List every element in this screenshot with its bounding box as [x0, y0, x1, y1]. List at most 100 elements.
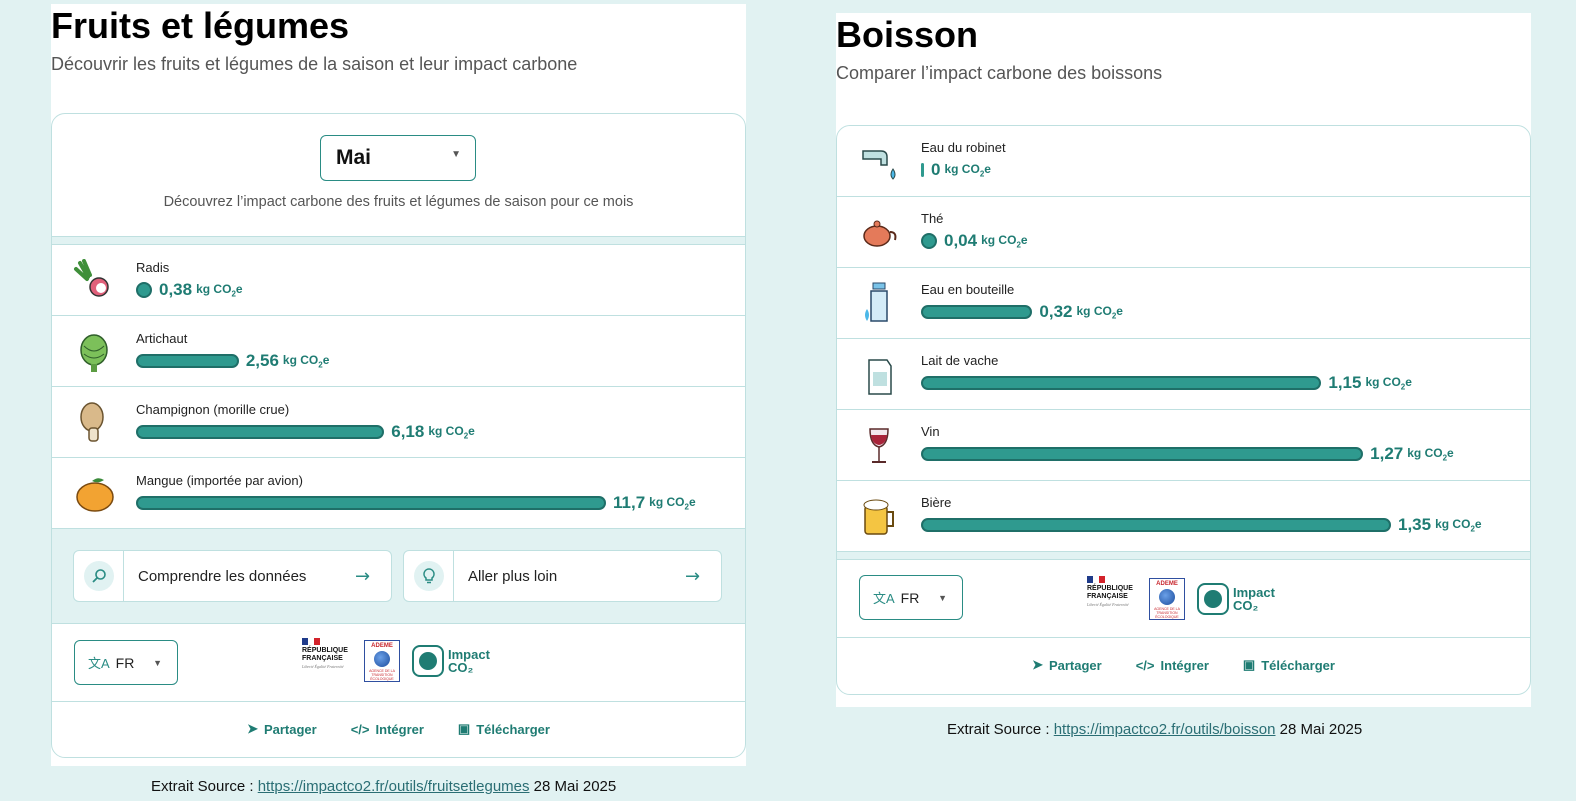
footer-logos: 文A FR ▼ RÉPUBLIQUE FRANÇAISE Liberté Égal…: [52, 624, 745, 702]
month-description: Découvrez l’impact carbone des fruits et…: [163, 194, 634, 210]
left-source-caption: Extrait Source : https://impactco2.fr/ou…: [151, 778, 617, 795]
caret-down-icon: ▼: [451, 149, 461, 160]
link-label: Aller plus loin: [468, 567, 558, 585]
value-bar: [136, 282, 152, 298]
unit-label: kg CO2e: [1407, 445, 1454, 463]
value-label: 0: [931, 160, 941, 179]
value-bar: [921, 447, 1364, 461]
list-item: Thé 0,04 kg CO2e: [837, 197, 1530, 268]
morel-mushroom-icon: [72, 401, 116, 445]
source-link[interactable]: https://impactco2.fr/outils/fruitsetlegu…: [258, 778, 530, 795]
unit-label: kg CO2e: [649, 494, 696, 512]
arrow-right-icon: →: [685, 565, 701, 587]
image-icon: ▣: [1242, 657, 1256, 672]
value-bar: [921, 163, 924, 177]
embed-button[interactable]: </> Intégrer: [351, 722, 424, 737]
artichoke-icon: [72, 330, 116, 374]
list-item: Vin 1,27 kg CO2e: [837, 410, 1530, 481]
language-value: FR: [115, 654, 135, 671]
tap-water-icon: [857, 139, 901, 183]
value-label: 1,35: [1398, 515, 1432, 534]
unit-label: kg CO2e: [944, 161, 991, 179]
month-zone: Mai ▼ Découvrez l’impact carbone des fru…: [52, 114, 745, 237]
unit-label: kg CO2e: [282, 352, 330, 370]
embed-button[interactable]: </> Intégrer: [1136, 658, 1209, 673]
links-zone: Comprendre les données → Aller plus loin…: [52, 529, 745, 624]
source-link[interactable]: https://impactco2.fr/outils/boisson: [1054, 721, 1276, 738]
republique-francaise-logo: RÉPUBLIQUE FRANÇAISE Liberté Égalité Frat…: [1087, 576, 1137, 622]
value-bar: [136, 425, 385, 439]
impact-co2-logo: Impact CO₂: [1197, 583, 1275, 615]
divider-strip: [837, 552, 1530, 560]
list-item: Mangue (importée par avion) 11,7 kg CO2e: [52, 458, 745, 529]
ademe-logo: ADEME AGENCE DE LA TRANSITION ÉCOLOGIQUE: [364, 640, 400, 682]
item-label: Eau du robinet: [921, 140, 1006, 155]
unit-label: kg CO2e: [1435, 516, 1482, 534]
translate-icon: 文A: [873, 591, 895, 606]
value-label: 0,38: [159, 280, 193, 299]
link-label: Comprendre les données: [138, 567, 307, 585]
send-icon: ➤: [1032, 657, 1043, 672]
water-bottle-icon: [857, 281, 901, 325]
mango-icon: [72, 472, 116, 516]
value-label: 0,04: [944, 231, 978, 250]
value-label: 1,15: [1328, 373, 1362, 392]
value-label: 2,56: [245, 351, 279, 370]
actions-bar: ➤ Partager </> Intégrer ▣ Télécharger: [837, 638, 1530, 692]
list-item: Bière 1,35 kg CO2e: [837, 481, 1530, 552]
item-label: Vin: [921, 424, 940, 439]
share-button[interactable]: ➤ Partager: [1032, 657, 1102, 673]
value-label: 11,7: [613, 493, 646, 512]
download-button[interactable]: ▣ Télécharger: [1243, 657, 1335, 673]
code-icon: </>: [1135, 657, 1155, 673]
page-subtitle: Découvrir les fruits et légumes de la sa…: [51, 54, 578, 74]
unit-label: kg CO2e: [196, 281, 243, 299]
month-select[interactable]: Mai ▼: [320, 135, 476, 181]
item-label: Thé: [921, 211, 944, 226]
understand-data-link[interactable]: Comprendre les données →: [73, 550, 392, 602]
partner-logos: RÉPUBLIQUE FRANÇAISE Liberté Égalité Frat…: [302, 638, 490, 684]
value-bar: [921, 376, 1322, 390]
fruits-legumes-card: Mai ▼ Découvrez l’impact carbone des fru…: [51, 113, 746, 758]
radish-icon: [72, 259, 116, 303]
beer-mug-icon: [857, 494, 901, 538]
value-bar: [921, 518, 1391, 532]
value-bar: [921, 305, 1033, 319]
item-label: Bière: [921, 495, 952, 510]
fruits-legumes-panel: Fruits et légumes Découvrir les fruits e…: [51, 4, 746, 766]
lightbulb-icon: [413, 561, 444, 591]
value-label: 1,27: [1370, 444, 1404, 463]
wine-glass-icon: [857, 423, 901, 467]
unit-label: kg CO2e: [1076, 303, 1123, 321]
item-label: Artichaut: [136, 331, 188, 346]
list-item: Champignon (morille crue) 6,18 kg CO2e: [52, 387, 745, 458]
go-further-link[interactable]: Aller plus loin →: [403, 550, 722, 602]
item-label: Champignon (morille crue): [136, 402, 290, 417]
language-value: FR: [900, 589, 920, 606]
language-select[interactable]: 文A FR ▼: [859, 575, 963, 620]
image-icon: ▣: [457, 721, 471, 736]
list-item: Eau en bouteille 0,32 kg CO2e: [837, 268, 1530, 339]
value-bar: [136, 496, 606, 510]
divider-strip: [52, 237, 745, 245]
teapot-icon: [857, 210, 901, 254]
language-select[interactable]: 文A FR ▼: [74, 640, 178, 685]
milk-carton-icon: [857, 352, 901, 396]
list-item: Lait de vache 1,15 kg CO2e: [837, 339, 1530, 410]
send-icon: ➤: [247, 721, 258, 736]
boisson-card: Eau du robinet 0 kg CO2e Thé 0,04 kg CO2e Eau …: [836, 125, 1531, 695]
page-title: Boisson: [836, 14, 979, 55]
value-label: 6,18: [391, 422, 425, 441]
month-select-value: Mai: [336, 146, 372, 169]
item-label: Radis: [136, 260, 170, 275]
download-button[interactable]: ▣ Télécharger: [458, 721, 550, 737]
list-item: Artichaut 2,56 kg CO2e: [52, 316, 745, 387]
list-item: Eau du robinet 0 kg CO2e: [837, 126, 1530, 197]
share-button[interactable]: ➤ Partager: [247, 721, 317, 737]
unit-label: kg CO2e: [981, 232, 1028, 250]
actions-bar: ➤ Partager </> Intégrer ▣ Télécharger: [52, 702, 745, 756]
boisson-panel: Boisson Comparer l’impact carbone des bo…: [836, 13, 1531, 707]
right-source-caption: Extrait Source : https://impactco2.fr/ou…: [947, 721, 1363, 738]
magnifier-icon: [83, 561, 114, 591]
value-label: 0,32: [1039, 302, 1073, 321]
